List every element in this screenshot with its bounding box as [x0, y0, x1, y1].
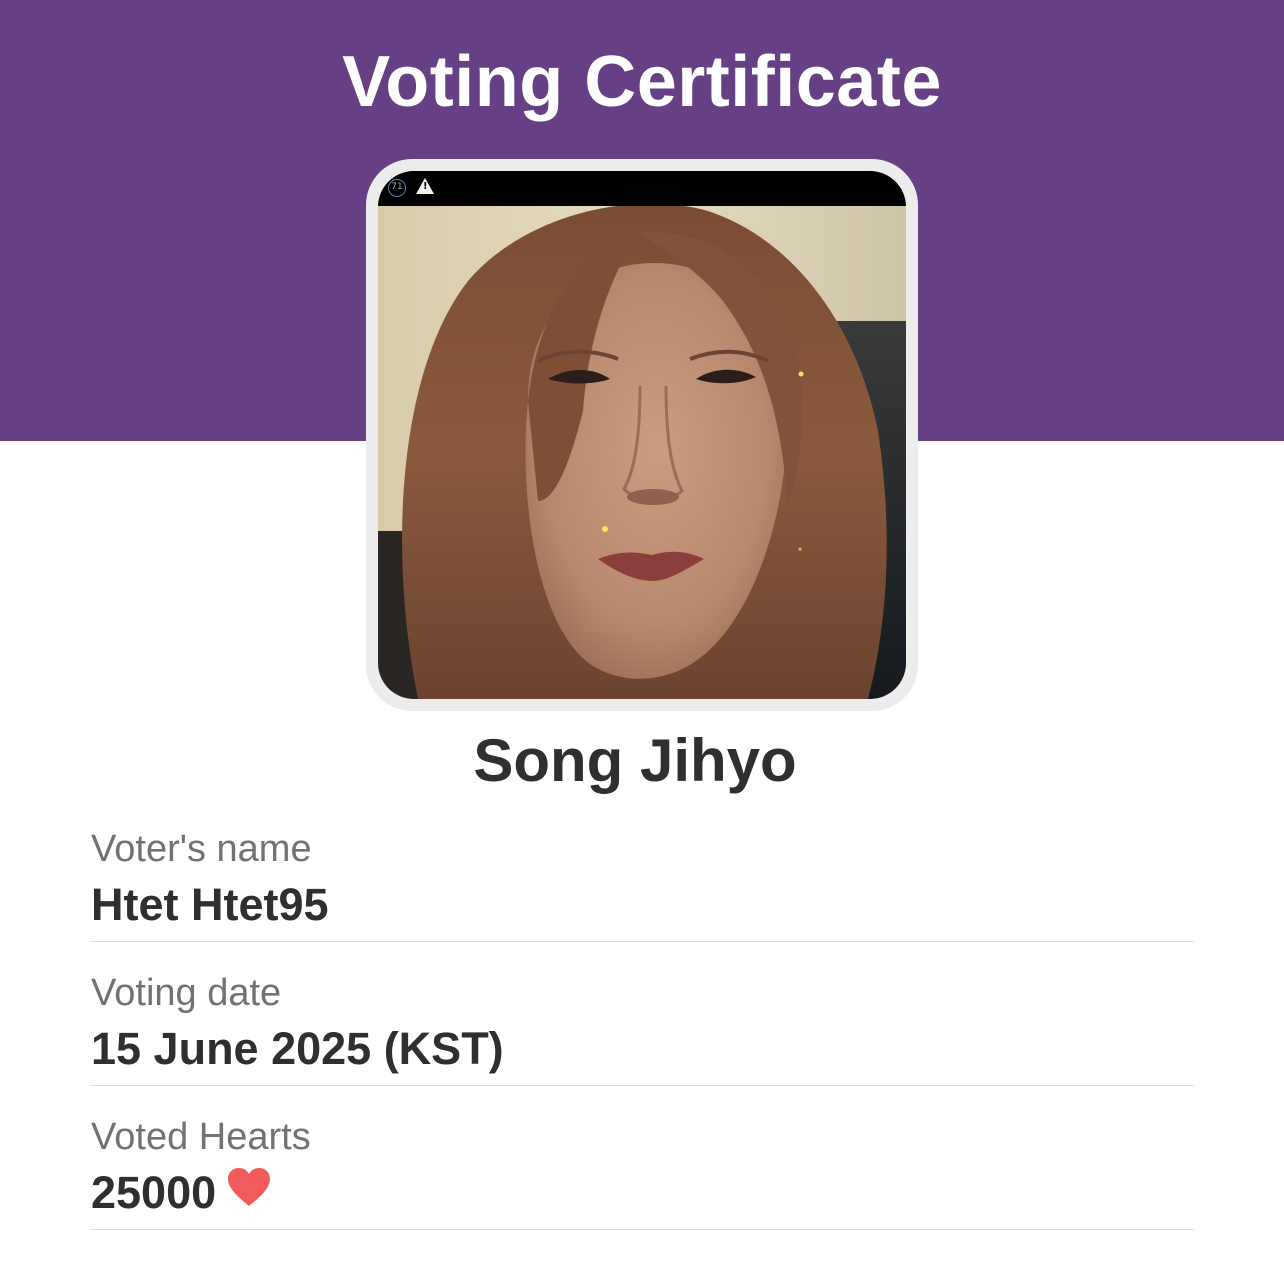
- voted-hearts-value-wrap: 25000: [91, 1166, 272, 1220]
- warning-icon: [416, 178, 434, 194]
- voted-hearts-value: 25000: [91, 1167, 217, 1218]
- voting-date-value: 15 June 2025 (KST): [91, 1023, 504, 1074]
- badge-icon: 71: [388, 179, 406, 197]
- voter-name-row: Voter's name Htet Htet95: [90, 826, 1194, 942]
- voting-date-label: Voting date: [91, 972, 282, 1014]
- photo-status-strip: 71: [378, 171, 906, 206]
- heart-icon: [226, 1166, 272, 1220]
- portrait-photo: 71: [378, 171, 906, 699]
- voter-name-label: Voter's name: [91, 828, 312, 870]
- page-title: Voting Certificate: [342, 42, 942, 122]
- voted-hearts-row: Voted Hearts 25000: [90, 1114, 1194, 1230]
- photo-frame: 71: [366, 159, 918, 711]
- voted-hearts-label: Voted Hearts: [91, 1116, 311, 1158]
- idol-name: Song Jihyo: [473, 727, 797, 794]
- voter-name-value: Htet Htet95: [91, 879, 329, 930]
- voting-date-row: Voting date 15 June 2025 (KST): [90, 970, 1194, 1086]
